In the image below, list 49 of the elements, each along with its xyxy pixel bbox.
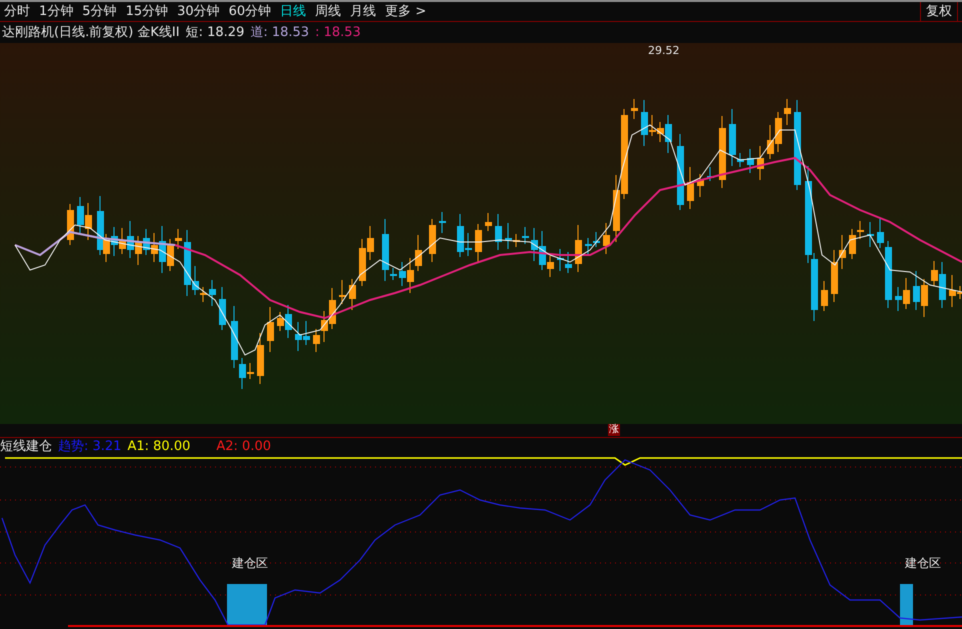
candlestick xyxy=(257,332,264,384)
indicator-title: 短线建仓 xyxy=(0,438,52,456)
timeframe-tab[interactable]: 分时 xyxy=(4,2,30,22)
candlestick xyxy=(67,204,74,246)
rise-badge: 涨 xyxy=(608,424,620,436)
candlestick xyxy=(697,174,704,198)
timeframe-tab[interactable]: 15分钟 xyxy=(126,2,168,22)
chart-title: 达刚路机(日线.前复权) 金K线II xyxy=(2,24,180,42)
indicator-value: 趋势: 3.21 xyxy=(58,438,122,456)
candlestick xyxy=(631,98,638,120)
candlestick xyxy=(349,278,356,310)
candlestick xyxy=(522,226,529,244)
candlestick xyxy=(339,280,346,304)
legend-value: 道: 18.53 xyxy=(250,24,310,42)
zone-label: 建仓区 xyxy=(232,556,268,570)
candlestick xyxy=(687,166,694,210)
candlestick xyxy=(821,280,828,312)
timeframe-tab[interactable]: 月线 xyxy=(350,2,376,22)
candlestick xyxy=(209,280,216,306)
candlestick xyxy=(219,286,226,330)
timeframe-tab[interactable]: 60分钟 xyxy=(228,2,272,22)
candlestick xyxy=(603,222,610,254)
candlestick xyxy=(267,306,274,352)
candlestick xyxy=(575,224,582,272)
candlestick xyxy=(707,166,714,182)
zone-label: 建仓区 xyxy=(905,556,941,570)
timeframe-tab[interactable]: 30分钟 xyxy=(177,2,220,22)
candlestick xyxy=(784,98,791,126)
timeframe-tab[interactable]: 1分钟 xyxy=(39,2,74,22)
timeframe-tab[interactable]: 周线 xyxy=(315,2,342,22)
timeframe-tab[interactable]: 日线 xyxy=(280,2,306,22)
peak-price-label: 29.52 xyxy=(648,44,680,57)
candlestick xyxy=(495,214,502,250)
timeframe-tab[interactable]: 更多 > xyxy=(385,2,426,22)
candlestick xyxy=(429,218,436,262)
candlestick xyxy=(475,224,482,264)
candlestick xyxy=(747,148,754,174)
position-zone-bar xyxy=(227,584,267,626)
legend-value: : 18.53 xyxy=(315,24,361,42)
candlestick xyxy=(757,146,764,180)
timeframe-tab[interactable]: 5分钟 xyxy=(82,2,117,22)
indicator-value: A2: 0.00 xyxy=(216,438,271,456)
indicator-value: A1: 80.00 xyxy=(127,438,190,456)
restore-rights-button[interactable]: 复权 xyxy=(920,2,958,21)
legend-value: 短: 18.29 xyxy=(186,24,244,42)
candlestick xyxy=(485,212,492,232)
position-zone-bar xyxy=(900,584,913,626)
candlestick xyxy=(439,212,446,234)
candlestick xyxy=(867,222,874,248)
